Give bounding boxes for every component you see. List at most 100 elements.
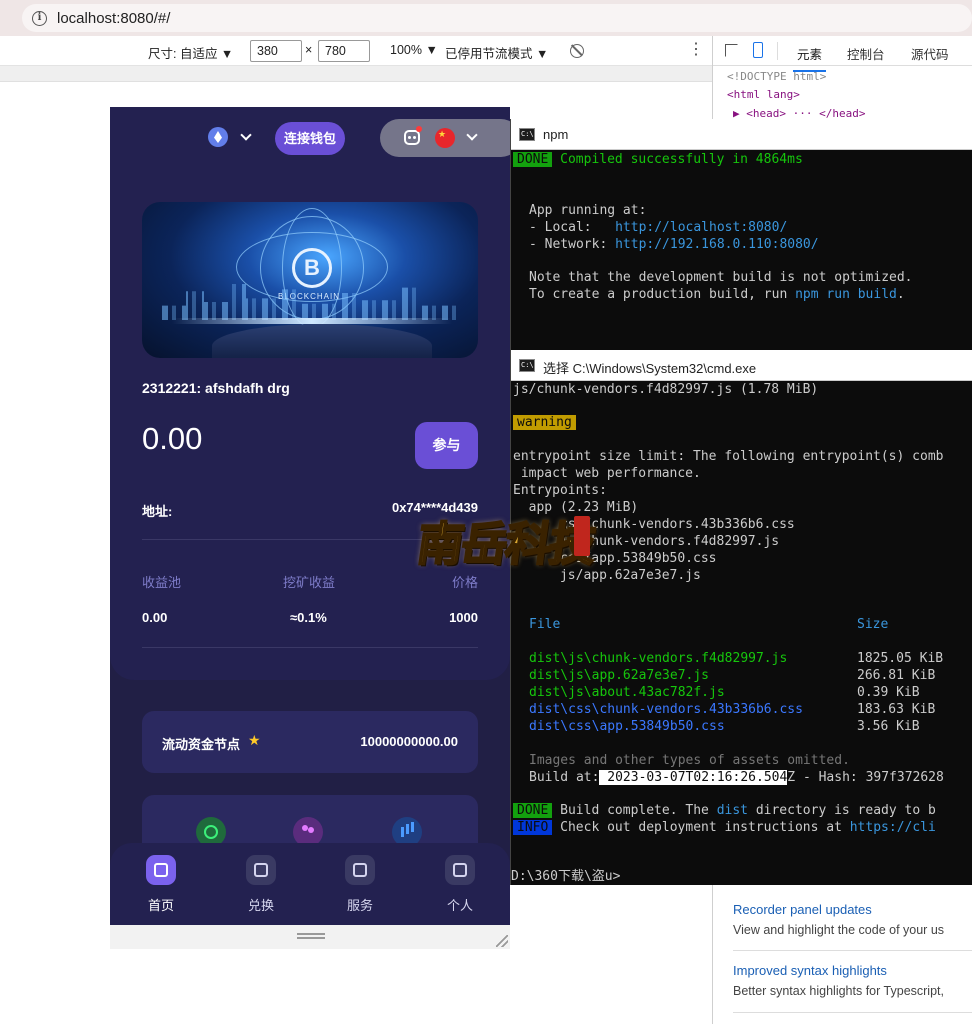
height-input[interactable]: 780 xyxy=(318,40,370,62)
whats-new-title[interactable]: Improved syntax highlights xyxy=(733,963,972,978)
settings-pill[interactable] xyxy=(380,119,510,157)
terminal-line: INFO Check out deployment instructions a… xyxy=(513,819,936,836)
network-url[interactable]: http://192.168.0.110:8080/ xyxy=(615,237,819,252)
info-badge: INFO xyxy=(513,820,553,835)
console-icon: C:\ xyxy=(519,128,535,141)
selected-timestamp[interactable]: 2023-03-07T02:16:26.504 xyxy=(599,770,788,785)
terminal-line: To create a production build, run npm ru… xyxy=(529,286,905,303)
tab-elements[interactable]: 元素 xyxy=(792,44,827,72)
done-badge: DONE xyxy=(513,803,553,818)
command-prompt[interactable]: D:\360下载\盗u> xyxy=(511,868,620,885)
join-button[interactable]: 参与 xyxy=(415,422,478,469)
rotate-icon[interactable] xyxy=(570,44,584,58)
card-title: 2312221: afshdafh drg xyxy=(142,380,290,396)
info-text: Check out deployment instructions at xyxy=(552,820,850,835)
stat-label-price: 价格 xyxy=(451,575,478,590)
dist-text: dist xyxy=(716,803,748,818)
tab-label: 兑换 xyxy=(247,898,274,913)
throttle-dropdown[interactable]: 已停用节流模式 ▼ xyxy=(445,43,548,62)
tab-sources[interactable]: 源代码 xyxy=(911,44,949,63)
stat-value-price: 1000 xyxy=(449,610,478,625)
divider xyxy=(142,647,478,648)
terminal-line: Note that the development build is not o… xyxy=(529,270,913,285)
tab-profile[interactable]: 个人 xyxy=(430,855,490,914)
size-column-header: Size xyxy=(857,617,889,632)
dimensions-dropdown[interactable]: 尺寸: 自适应 ▼ xyxy=(148,43,233,62)
url-text: localhost:8080/#/ xyxy=(57,9,171,27)
terminal-line: - Local: http://localhost:8080/ xyxy=(529,219,787,236)
robot-icon[interactable] xyxy=(404,130,420,145)
zoom-dropdown[interactable]: 100% ▼ xyxy=(390,43,438,57)
local-url[interactable]: http://localhost:8080/ xyxy=(615,220,787,235)
stat-value-pool: 0.00 xyxy=(142,610,168,625)
window-titlebar[interactable]: C:\ npm xyxy=(511,119,972,150)
cmd-console-window: C:\ 选择 C:\Windows\System32\cmd.exe js/ch… xyxy=(510,350,972,885)
connect-wallet-button[interactable]: 连接钱包 xyxy=(275,122,345,155)
build-at-label: Build at: xyxy=(529,770,600,785)
tab-service[interactable]: 服务 xyxy=(330,855,390,914)
file-name: dist\css\app.53849b50.css xyxy=(529,719,725,734)
window-titlebar[interactable]: C:\ 选择 C:\Windows\System32\cmd.exe xyxy=(511,350,972,381)
divider xyxy=(733,1012,972,1013)
blockchain-banner: B BLOCKCHAIN xyxy=(142,202,478,358)
npm-console-window: C:\ npm DONE Compiled successfully in 48… xyxy=(510,119,972,351)
bitcoin-icon: B xyxy=(292,248,332,288)
watermark-seal xyxy=(574,516,590,556)
resize-grip-icon[interactable] xyxy=(297,933,325,939)
liquidity-node-card[interactable]: 流动资金节点 ★ 10000000000.00 xyxy=(142,711,478,773)
window-title: npm xyxy=(543,127,569,142)
terminal-line: DONE Compiled successfully in 4864ms xyxy=(513,151,803,168)
address-label: 地址: xyxy=(142,504,173,519)
file-size: 183.63 KiB xyxy=(857,702,936,717)
terminal-line: App running at: xyxy=(529,203,647,218)
tab-separator xyxy=(777,42,778,60)
star-icon: ★ xyxy=(248,732,261,748)
inspect-element-icon[interactable] xyxy=(725,44,738,57)
tab-label: 个人 xyxy=(446,898,473,913)
done-badge: DONE xyxy=(513,152,553,167)
url-field[interactable]: i localhost:8080/#/ xyxy=(22,4,972,32)
service-icon xyxy=(345,855,375,885)
exchange-icon xyxy=(246,855,276,885)
ethereum-icon[interactable] xyxy=(208,127,228,147)
browser-address-bar: i localhost:8080/#/ xyxy=(0,0,972,36)
terminal-line: Entrypoints: xyxy=(513,483,607,498)
window-title: 选择 C:\Windows\System32\cmd.exe xyxy=(543,361,757,376)
node-label: 流动资金节点 xyxy=(162,737,241,752)
file-size: 0.39 KiB xyxy=(857,685,920,700)
more-options-icon[interactable]: ⋮ xyxy=(688,42,704,58)
whats-new-title[interactable]: Recorder panel updates xyxy=(733,902,972,917)
whats-new-desc: View and highlight the code of your us xyxy=(733,923,945,937)
device-toggle-icon[interactable] xyxy=(753,42,763,58)
info-icon[interactable]: i xyxy=(32,10,47,26)
done-text: directory is ready to b xyxy=(748,803,936,818)
tab-label: 服务 xyxy=(346,898,373,913)
amount-value: 0.00 xyxy=(142,421,203,456)
terminal-line: DONE Build complete. The dist directory … xyxy=(513,802,936,819)
hash-text: Z - Hash: 397f372628 xyxy=(787,770,944,785)
width-input[interactable]: 380 xyxy=(250,40,302,62)
stat-value-mining: ≈0.1% xyxy=(290,610,327,625)
terminal-line: Build at: 2023-03-07T02:16:26.504Z - Has… xyxy=(529,769,944,786)
device-toolbar: 尺寸: 自适应 ▼ 380 × 780 100% ▼ 已停用节流模式 ▼ ⋮ xyxy=(0,36,712,66)
viewport-resize-bar xyxy=(110,925,510,949)
tab-home[interactable]: 首页 xyxy=(131,855,191,914)
tab-label: 首页 xyxy=(147,898,174,913)
file-size: 266.81 KiB xyxy=(857,668,936,683)
whats-new-item[interactable]: Improved syntax highlights Better syntax… xyxy=(733,963,972,998)
info-url[interactable]: https://cli xyxy=(850,820,936,835)
notification-dot xyxy=(416,126,422,132)
tab-exchange[interactable]: 兑换 xyxy=(231,855,291,914)
doctype-line[interactable]: <!DOCTYPE html> xyxy=(727,70,826,83)
whats-new-item[interactable]: Recorder panel updates View and highligh… xyxy=(733,902,972,937)
html-line[interactable]: <html lang> xyxy=(727,88,800,101)
china-flag-icon[interactable] xyxy=(435,128,455,148)
tab-console[interactable]: 控制台 xyxy=(847,44,885,63)
stat-label-pool: 收益池 xyxy=(142,575,182,590)
home-icon xyxy=(146,855,176,885)
terminal-line: Images and other types of assets omitted… xyxy=(529,753,850,768)
hand-shape xyxy=(212,324,432,358)
chevron-down-icon[interactable] xyxy=(466,129,478,141)
resize-corner-icon[interactable] xyxy=(496,935,508,947)
note-text: To create a production build, run xyxy=(529,287,796,302)
